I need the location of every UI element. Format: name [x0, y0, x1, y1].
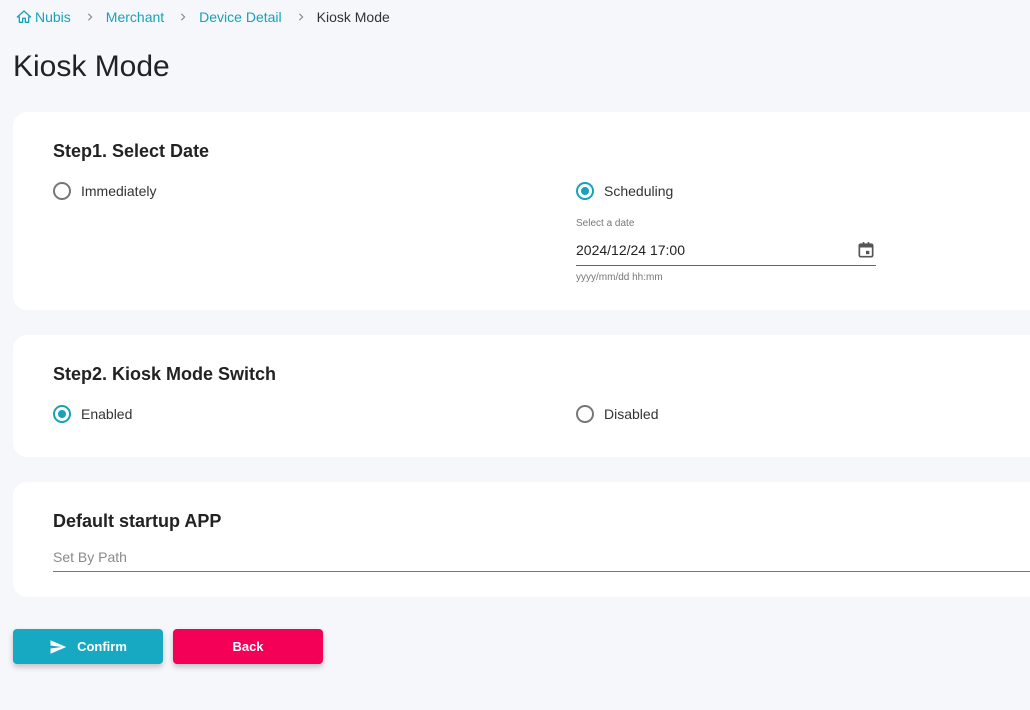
back-label: Back — [232, 639, 264, 654]
path-input-wrapper — [53, 545, 1030, 572]
step2-title: Step2. Kiosk Mode Switch — [53, 364, 277, 384]
date-input[interactable] — [576, 242, 836, 258]
startup-app-card: Default startup APP — [13, 482, 1030, 597]
radio-checked-icon[interactable] — [53, 405, 71, 423]
radio-unchecked-icon[interactable] — [53, 182, 71, 200]
date-input-wrapper — [576, 235, 876, 266]
radio-disabled[interactable]: Disabled — [576, 405, 658, 423]
page-title: Kiosk Mode — [13, 50, 170, 83]
chevron-right-icon — [296, 12, 306, 22]
radio-checked-icon[interactable] — [576, 182, 594, 200]
startup-title: Default startup APP — [53, 511, 222, 531]
radio-disabled-label: Disabled — [604, 406, 659, 422]
breadcrumb-label: Nubis — [35, 9, 71, 25]
step1-title: Step1. Select Date — [53, 141, 210, 161]
radio-scheduling-label: Scheduling — [604, 183, 674, 199]
home-icon — [16, 9, 32, 25]
radio-immediately-label: Immediately — [81, 183, 157, 199]
chevron-right-icon — [85, 12, 95, 22]
kiosk-switch-card: Step2. Kiosk Mode Switch Enabled Disable… — [13, 335, 1030, 457]
breadcrumb-item-nubis[interactable]: Nubis — [16, 9, 71, 25]
chevron-right-icon — [178, 12, 188, 22]
date-hint: yyyy/mm/dd hh:mm — [576, 272, 663, 283]
calendar-icon[interactable] — [856, 240, 876, 260]
radio-scheduling[interactable]: Scheduling — [576, 182, 673, 200]
set-by-path-input[interactable] — [53, 545, 1030, 569]
radio-immediately[interactable]: Immediately — [53, 182, 156, 200]
confirm-button[interactable]: Confirm — [13, 629, 163, 664]
breadcrumb-item-device-detail[interactable]: Device Detail — [199, 9, 281, 25]
radio-enabled[interactable]: Enabled — [53, 405, 132, 423]
confirm-label: Confirm — [77, 639, 127, 654]
date-field: Select a date yyyy/mm/dd hh:mm — [576, 218, 876, 283]
back-button[interactable]: Back — [173, 629, 323, 664]
radio-unchecked-icon[interactable] — [576, 405, 594, 423]
date-field-label: Select a date — [576, 218, 635, 229]
breadcrumb-item-merchant[interactable]: Merchant — [106, 9, 164, 25]
breadcrumb: Nubis Merchant Device Detail Kiosk Mode — [16, 7, 390, 27]
select-date-card: Step1. Select Date Immediately Schedulin… — [13, 112, 1030, 310]
radio-enabled-label: Enabled — [81, 406, 133, 422]
send-icon — [49, 638, 67, 656]
breadcrumb-item-current: Kiosk Mode — [316, 9, 390, 25]
